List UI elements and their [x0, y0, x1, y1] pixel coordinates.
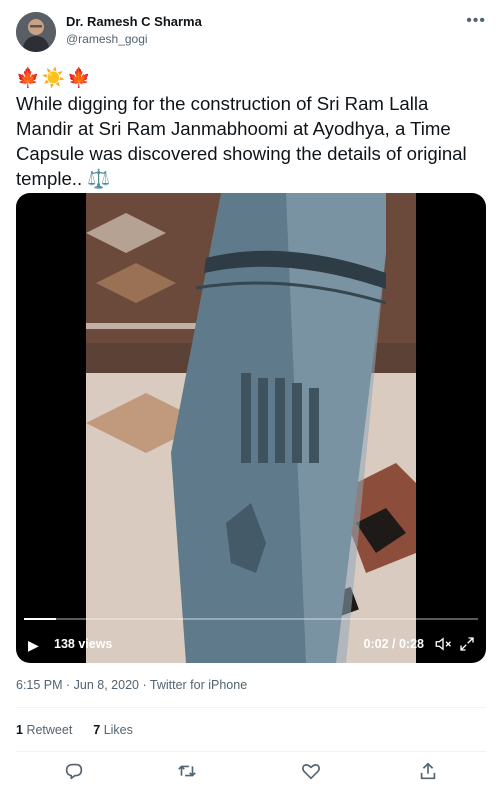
reply-icon[interactable]	[63, 760, 85, 782]
likes-stat[interactable]: 7 Likes	[93, 723, 133, 737]
author-handle[interactable]: @ramesh_gogi	[66, 32, 148, 46]
video-frame	[86, 193, 416, 663]
tweet-timestamp[interactable]: 6:15 PM · Jun 8, 2020 · Twitter for iPho…	[16, 678, 247, 692]
video-views: 138 views	[54, 637, 113, 651]
author-name[interactable]: Dr. Ramesh C Sharma	[66, 14, 202, 29]
fullscreen-icon[interactable]	[458, 635, 476, 653]
video-progress-bar[interactable]	[24, 618, 478, 620]
likes-count: 7	[93, 723, 101, 737]
more-horizontal-icon[interactable]: •••	[466, 12, 486, 30]
retweet-count: 1	[16, 723, 23, 737]
video-progress-fill	[24, 618, 56, 620]
retweet-label: Retweet	[26, 723, 73, 737]
likes-label: Likes	[103, 723, 133, 737]
video-player[interactable]: ▶ 138 views 0:02 / 0:28	[16, 193, 486, 663]
share-icon[interactable]	[417, 760, 439, 782]
engagement-stats: 1 Retweet 7 Likes	[16, 723, 133, 737]
tweet-text: While digging for the construction of Sr…	[16, 93, 467, 189]
play-icon[interactable]: ▶	[28, 637, 39, 654]
avatar[interactable]	[16, 12, 56, 52]
retweet-icon[interactable]	[176, 760, 198, 782]
like-icon[interactable]	[300, 760, 322, 782]
divider	[16, 751, 486, 752]
avatar-image	[16, 12, 56, 52]
retweet-stat[interactable]: 1 Retweet	[16, 723, 76, 737]
video-timecode: 0:02 / 0:28	[363, 637, 424, 651]
mute-icon[interactable]	[434, 635, 452, 653]
tweet-emojis: 🍁☀️🍁	[16, 68, 93, 89]
divider	[16, 707, 486, 708]
